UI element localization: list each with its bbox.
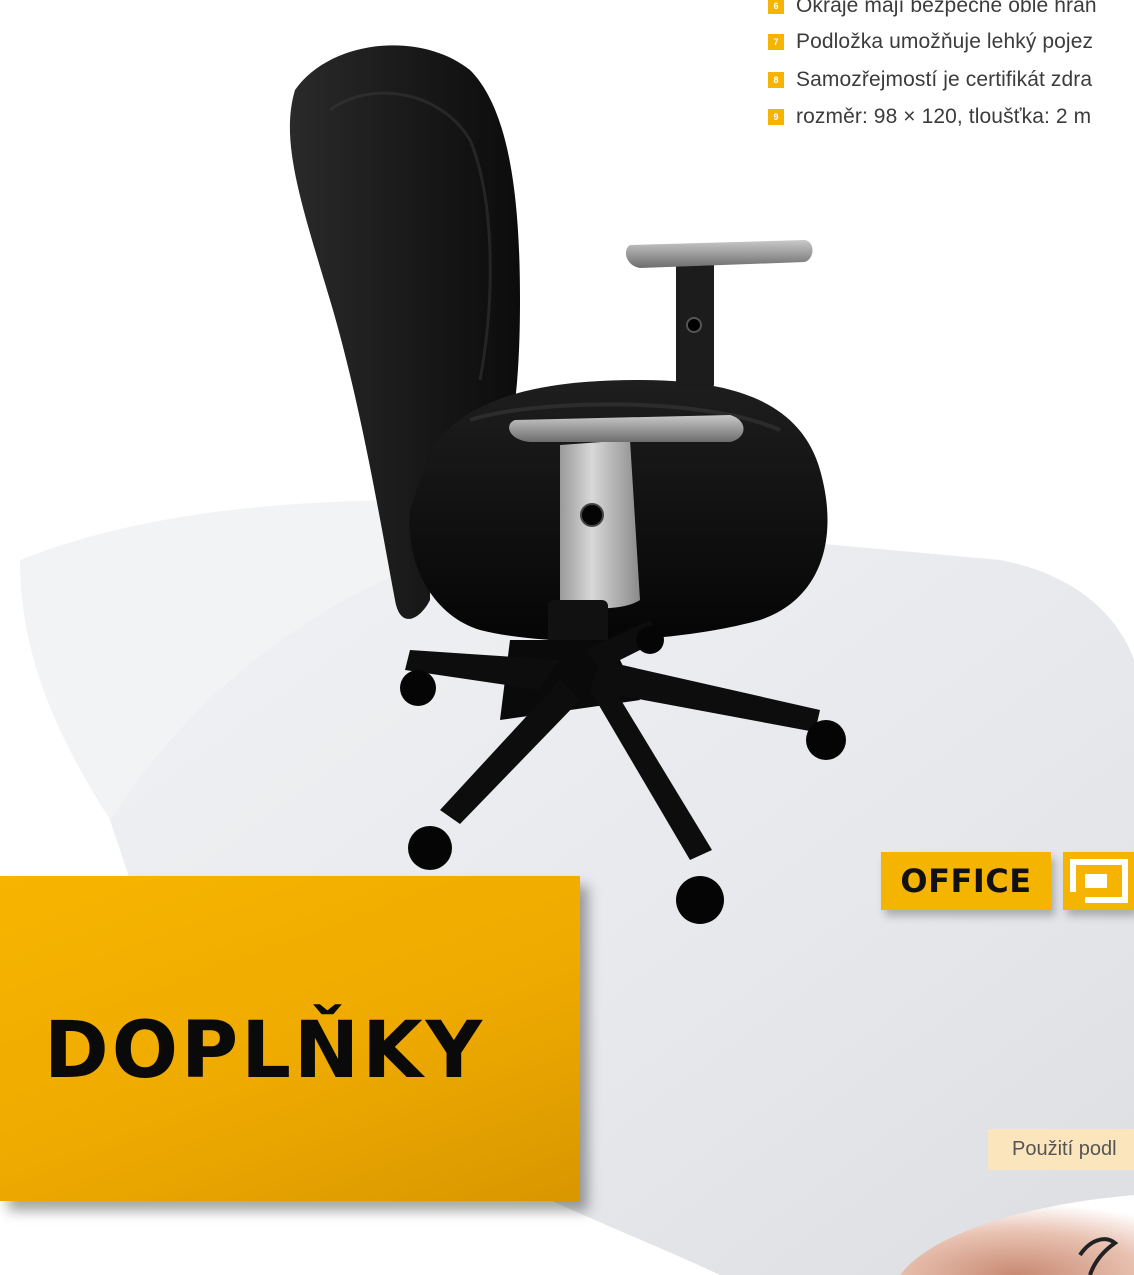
usage-thumbnail-photo: [900, 1195, 1134, 1275]
feature-text: Okraje mají bezpečné oblé hran: [796, 0, 1097, 17]
list-item: 6 Okraje mají bezpečné oblé hran: [768, 0, 1097, 18]
office-logo-mark: [1067, 859, 1128, 910]
bullet-number: 8: [768, 72, 784, 88]
list-item: 7 Podložka umožňuje lehký pojez: [768, 30, 1093, 54]
bullet-number: 7: [768, 34, 784, 50]
caption-text: Použití podl: [1012, 1138, 1117, 1160]
office-brand-badge: OFFICE: [881, 852, 1051, 910]
bullet-number: 9: [768, 109, 784, 125]
catalog-page: 6 Okraje mají bezpečné oblé hran 7 Podlo…: [0, 0, 1134, 1275]
photo-caption: Použití podl: [988, 1129, 1134, 1170]
office-brand-label: OFFICE: [900, 862, 1032, 900]
bullet-number: 6: [768, 0, 784, 14]
feature-text: Podložka umožňuje lehký pojez: [796, 30, 1094, 53]
office-logo-icon: [1063, 852, 1134, 910]
feature-text: rozměr: 98 × 120, tloušťka: 2 m: [796, 105, 1092, 128]
feature-text: Samozřejmostí je certifikát zdra: [796, 68, 1093, 91]
list-item: 9 rozměr: 98 × 120, tloušťka: 2 m: [768, 105, 1091, 129]
list-item: 8 Samozřejmostí je certifikát zdra: [768, 68, 1092, 92]
section-title: DOPLŇKY: [44, 1006, 486, 1096]
